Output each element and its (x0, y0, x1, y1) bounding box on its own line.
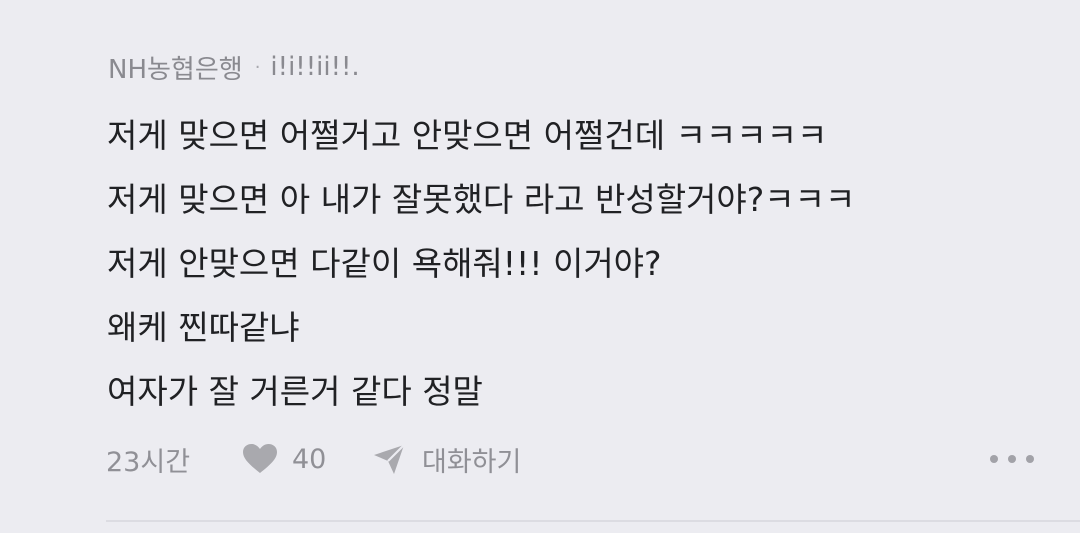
reply-button[interactable]: 대화하기 (422, 440, 521, 479)
more-dots-icon[interactable] (990, 449, 1034, 469)
heart-icon[interactable] (242, 443, 278, 475)
dot (1026, 455, 1034, 463)
comment-header: NH농협은행 · i!i!!ii!!. (108, 49, 360, 85)
comment-line: 여자가 잘 거른거 같다 정말 (107, 372, 483, 411)
author-nickname: i!i!!ii!!. (270, 52, 360, 82)
separator-dot: · (254, 56, 261, 78)
like-count: 40 (292, 443, 327, 475)
comment-time: 23시간 (106, 446, 191, 478)
author-name[interactable]: NH농협은행 (108, 49, 243, 86)
comment-footer: 23시간 40 대화하기 (106, 438, 1036, 480)
comment-line: 저게 안맞으면 다같이 욕해줘!!! 이거야? (107, 244, 662, 283)
comment-line: 저게 맞으면 아 내가 잘못했다 라고 반성할거야?ㅋㅋㅋ (107, 180, 856, 219)
divider (106, 520, 1080, 522)
dot (1008, 455, 1016, 463)
comment-line: 왜케 찐따같냐 (107, 308, 300, 347)
comment-line: 저게 맞으면 어쩔거고 안맞으면 어쩔건데 ㅋㅋㅋㅋㅋ (107, 116, 828, 155)
comment-card: NH농협은행 · i!i!!ii!!. 저게 맞으면 어쩔거고 안맞으면 어쩔건… (0, 0, 1080, 533)
paper-plane-icon[interactable] (372, 441, 408, 477)
dot (990, 455, 998, 463)
comment-body: 저게 맞으면 어쩔거고 안맞으면 어쩔건데 ㅋㅋㅋㅋㅋ 저게 맞으면 아 내가 … (107, 104, 855, 424)
